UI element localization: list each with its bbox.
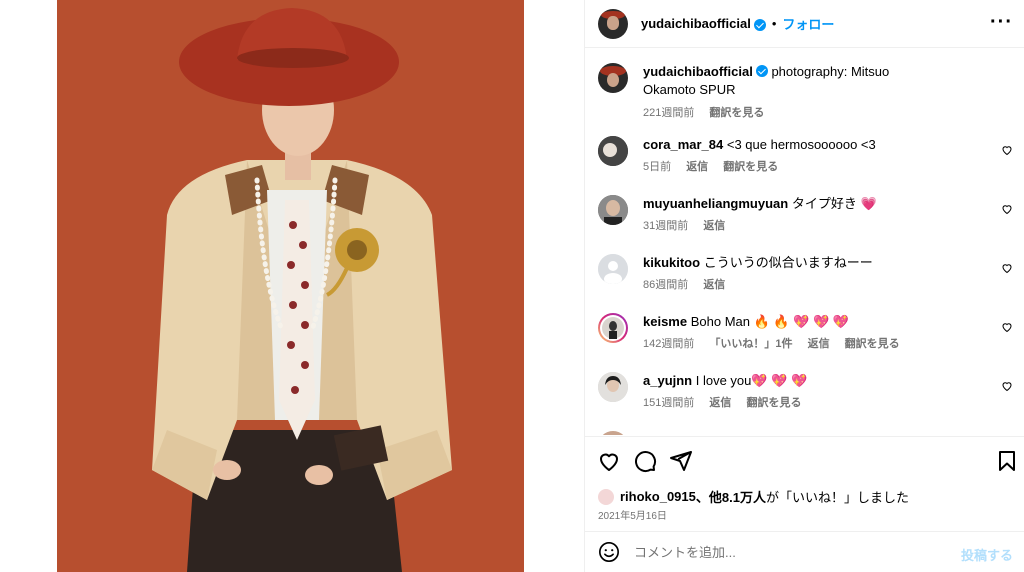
post-header: yudaichibaofficial • フォロー ··· [585, 0, 1024, 48]
caption-translate-link[interactable]: 翻訳を見る [709, 107, 764, 119]
comment-username[interactable]: cora_mar_84 [643, 137, 723, 152]
comment-reply-link[interactable]: 返信 [808, 338, 830, 350]
comment-reply-link[interactable]: 返信 [703, 220, 725, 232]
comment-like-count[interactable]: 「いいね！」1件 [709, 338, 792, 350]
post-actions: rihoko_0915 、他 8.1万人 が「いいね！」しました 2021年5月16日 [585, 436, 1024, 531]
comment-text: Boho Man 🔥 🔥 💖 💖 💖 [690, 314, 849, 329]
comment-time[interactable]: 142週間前 [643, 338, 694, 350]
post-comment-button[interactable]: 投稿する [961, 545, 1013, 564]
comment-avatar[interactable] [598, 195, 628, 225]
emoji-icon[interactable] [598, 541, 620, 563]
bookmark-icon[interactable] [995, 449, 1019, 473]
like-comment-heart-icon[interactable] [1001, 203, 1013, 215]
comment-avatar[interactable] [598, 254, 628, 284]
post-date[interactable]: 2021年5月16日 [598, 507, 667, 522]
post-panel: yudaichibaofficial • フォロー ··· yudaichiba… [584, 0, 1024, 572]
comment-time[interactable]: 151週間前 [643, 397, 694, 409]
likes-rest-text: 、他 [695, 490, 722, 505]
comment-time[interactable]: 86週間前 [643, 279, 688, 291]
verified-icon [753, 18, 766, 31]
like-comment-heart-icon[interactable] [1001, 144, 1013, 156]
liker-username[interactable]: rihoko_0915 [620, 489, 696, 504]
comment-avatar[interactable] [598, 136, 628, 166]
comment-username[interactable]: a_yujnn [643, 373, 692, 388]
post-photo[interactable] [57, 0, 524, 572]
likes-suffix: が「いいね！」しました [765, 490, 909, 505]
caption-username[interactable]: yudaichibaofficial [643, 64, 753, 79]
author-username[interactable]: yudaichibaofficial [641, 16, 751, 31]
separator-dot: • [771, 16, 777, 31]
like-comment-heart-icon[interactable] [1001, 380, 1013, 392]
comment-bubble-icon[interactable] [633, 449, 657, 473]
author-avatar[interactable] [598, 8, 628, 39]
comment-text: <3 que hermosoooooo <3 [726, 137, 876, 152]
comment-text: こういうの似合いますねーー [703, 255, 873, 270]
comment-reply-link[interactable]: 返信 [709, 397, 731, 409]
likes-summary: rihoko_0915 、他 8.1万人 が「いいね！」しました [598, 487, 909, 506]
comment-text: I love you💖 💖 💖 [695, 373, 808, 388]
caption-avatar[interactable] [598, 63, 628, 93]
more-options-icon[interactable]: ··· [990, 11, 1013, 34]
like-comment-heart-icon[interactable] [1001, 321, 1013, 333]
comment-username[interactable]: keisme [643, 314, 687, 329]
like-comment-heart-icon[interactable] [1001, 262, 1013, 274]
comment-reply-link[interactable]: 返信 [686, 161, 708, 173]
comment-input[interactable] [634, 544, 934, 560]
comment-time[interactable]: 31週間前 [643, 220, 688, 232]
likes-count[interactable]: 8.1万人 [722, 487, 766, 506]
caption-time[interactable]: 221週間前 [643, 107, 694, 119]
liker-avatar[interactable] [598, 488, 614, 505]
comment-translate-link[interactable]: 翻訳を見る [723, 161, 778, 173]
like-heart-icon[interactable] [597, 449, 621, 473]
add-comment-bar: 投稿する [585, 531, 1024, 572]
comment-text: タイプ好き 💗 [791, 196, 877, 211]
comment-username[interactable]: kikukitoo [643, 255, 700, 270]
follow-button[interactable]: フォロー [782, 14, 834, 33]
post-photo-illustration [57, 0, 524, 572]
comment-reply-link[interactable]: 返信 [703, 279, 725, 291]
comments-list[interactable]: yudaichibaofficial photography: Mitsuo O… [585, 49, 1024, 435]
comment-avatar-story-ring[interactable] [598, 313, 628, 343]
comment-translate-link[interactable]: 翻訳を見る [746, 397, 801, 409]
media-area [0, 0, 584, 572]
verified-icon [755, 65, 768, 77]
comment-username[interactable]: muyuanheliangmuyuan [643, 196, 788, 211]
comment-avatar[interactable] [598, 431, 628, 435]
share-paper-plane-icon[interactable] [669, 449, 693, 473]
comment-time[interactable]: 5日前 [643, 161, 671, 173]
comment-avatar[interactable] [598, 372, 628, 402]
comment-translate-link[interactable]: 翻訳を見る [845, 338, 900, 350]
